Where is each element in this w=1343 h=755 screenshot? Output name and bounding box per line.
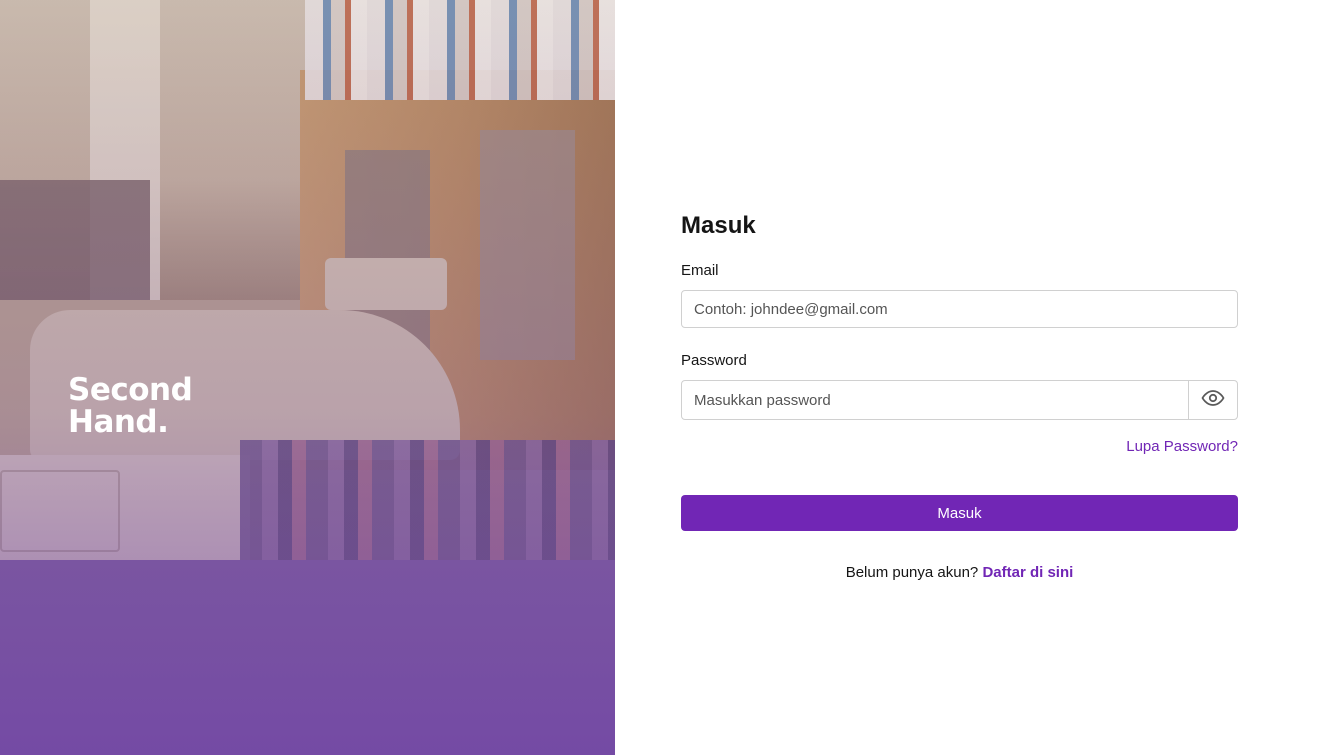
brand-line-1: Second: [68, 372, 193, 408]
email-label: Email: [681, 262, 719, 279]
email-field[interactable]: [681, 290, 1238, 328]
brand-logo: Second Hand.: [68, 372, 193, 440]
eye-icon: [1201, 386, 1225, 415]
login-button[interactable]: Masuk: [681, 495, 1238, 531]
password-group: [681, 380, 1238, 420]
password-label: Password: [681, 352, 747, 369]
brand-line-2: Hand.: [68, 404, 169, 440]
login-form: Masuk Email Password Lupa Password? Masu…: [681, 210, 1238, 581]
register-link[interactable]: Daftar di sini: [982, 564, 1073, 581]
toggle-password-button[interactable]: [1188, 380, 1238, 420]
forgot-password-link[interactable]: Lupa Password?: [1126, 438, 1238, 455]
register-prompt-text: Belum punya akun?: [845, 564, 979, 581]
register-prompt: Belum punya akun? Daftar di sini: [681, 564, 1238, 581]
page-title: Masuk: [681, 212, 756, 239]
hero-panel: Second Hand.: [0, 0, 615, 755]
password-field[interactable]: [681, 380, 1189, 420]
